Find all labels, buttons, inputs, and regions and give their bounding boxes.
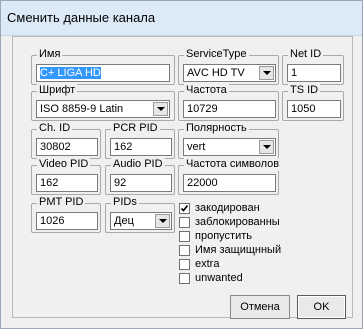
net-id-label: Net ID (288, 48, 324, 61)
audio-pid-label: Audio PID (111, 158, 165, 171)
pids-select[interactable]: Дец (110, 212, 172, 230)
ch-id-label: Ch. ID (37, 122, 73, 135)
symbol-rate-field[interactable]: 22000 (183, 174, 276, 192)
polarity-label: Полярность (184, 122, 249, 135)
window-title: Сменить данные канала (7, 10, 156, 25)
edit-channel-dialog: Сменить данные канала Имя C+ LIGA HD Ser… (0, 0, 363, 329)
ts-id-label: TS ID (288, 84, 321, 97)
checkbox-box[interactable] (179, 217, 190, 228)
service-type-label: ServiceType (184, 48, 249, 61)
symbol-rate-label: Частота символов (184, 158, 282, 171)
frequency-group: Частота 10729 (178, 84, 279, 121)
check-icon (180, 205, 189, 212)
symbol-rate-group: Частота символов 22000 (178, 158, 282, 195)
polarity-group: Полярность vert (178, 122, 279, 159)
service-type-select[interactable]: AVC HD TV (183, 64, 276, 82)
ts-id-field[interactable]: 1050 (287, 100, 341, 118)
audio-pid-group: Audio PID 92 (105, 158, 175, 195)
net-id-field[interactable]: 1 (287, 64, 341, 82)
frequency-label: Частота (184, 84, 229, 97)
font-group: Шрифт ISO 8859-9 Latin (31, 84, 175, 121)
pmt-pid-label: PMT PID (37, 196, 86, 209)
checkbox-box[interactable] (179, 203, 190, 214)
ch-id-field[interactable]: 30802 (36, 138, 98, 156)
ts-id-group: TS ID 1050 (282, 84, 344, 121)
chevron-down-icon[interactable] (259, 66, 274, 80)
frequency-field[interactable]: 10729 (183, 100, 276, 118)
checkbox-box[interactable] (179, 259, 190, 270)
checkbox-box[interactable] (179, 245, 190, 256)
checkbox-box[interactable] (179, 231, 190, 242)
chevron-down-icon[interactable] (153, 102, 168, 116)
pids-group: PIDs Дец (105, 196, 175, 233)
name-group: Имя C+ LIGA HD (31, 48, 175, 85)
name-label: Имя (37, 48, 63, 61)
checkbox-box[interactable] (179, 273, 190, 284)
pids-label: PIDs (111, 196, 139, 209)
font-label: Шрифт (37, 84, 78, 97)
video-pid-label: Video PID (37, 158, 91, 171)
video-pid-group: Video PID 162 (31, 158, 101, 195)
video-pid-field[interactable]: 162 (36, 174, 98, 192)
name-field[interactable]: C+ LIGA HD (36, 64, 170, 82)
pcr-pid-label: PCR PID (111, 122, 160, 135)
chevron-down-icon[interactable] (155, 214, 170, 228)
pcr-pid-group: PCR PID 162 (105, 122, 175, 159)
ch-id-group: Ch. ID 30802 (31, 122, 101, 159)
pmt-pid-group: PMT PID 1026 (31, 196, 101, 233)
service-type-group: ServiceType AVC HD TV (178, 48, 279, 85)
title-bar[interactable]: Сменить данные канала (1, 1, 362, 36)
audio-pid-field[interactable]: 92 (110, 174, 172, 192)
font-select[interactable]: ISO 8859-9 Latin (36, 100, 170, 118)
polarity-select[interactable]: vert (183, 138, 276, 156)
net-id-group: Net ID 1 (282, 48, 344, 85)
ok-button[interactable]: OK (297, 295, 346, 319)
pcr-pid-field[interactable]: 162 (110, 138, 172, 156)
pmt-pid-field[interactable]: 1026 (36, 212, 98, 230)
chevron-down-icon[interactable] (259, 140, 274, 154)
cancel-button[interactable]: Отмена (230, 295, 290, 319)
